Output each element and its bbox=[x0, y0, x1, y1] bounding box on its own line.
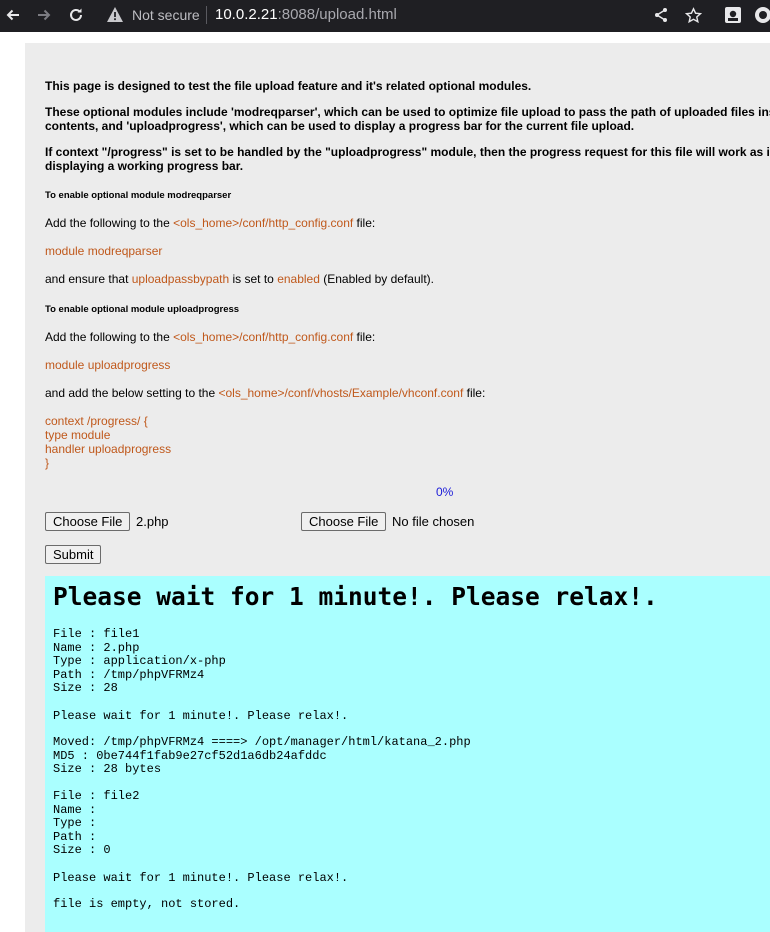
instruction-text: is set to bbox=[229, 272, 278, 286]
file2-details: File : file2 Name : Type : Path : Size :… bbox=[53, 789, 140, 857]
submit-button[interactable]: Submit bbox=[45, 545, 102, 564]
address-bar[interactable]: 10.0.2.21:8088/upload.html bbox=[215, 5, 397, 25]
modreqparser-add-instruction: Add the following to the <ols_home>/conf… bbox=[45, 216, 375, 230]
intro-paragraph-3-line-2: displaying a working progress bar. bbox=[45, 159, 244, 173]
not-secure-label[interactable]: Not secure bbox=[132, 6, 200, 24]
setting-value: enabled bbox=[277, 272, 320, 286]
progress-percent: 0% bbox=[436, 485, 454, 499]
choose-file-button-1[interactable]: Choose File bbox=[45, 512, 131, 531]
browser-toolbar: Not secure 10.0.2.21:8088/upload.html bbox=[0, 0, 770, 32]
intro-paragraph-3-line-1: If context "/progress" is set to be hand… bbox=[45, 145, 770, 159]
reload-icon[interactable] bbox=[65, 4, 87, 26]
modreqparser-ensure-instruction: and ensure that uploadpassbypath is set … bbox=[45, 272, 434, 286]
instruction-text: Add the following to the bbox=[45, 330, 174, 344]
uploadprogress-add-instruction: Add the following to the <ols_home>/conf… bbox=[45, 330, 375, 344]
warning-icon[interactable] bbox=[106, 6, 126, 24]
chosen-file-name-1: 2.php bbox=[136, 514, 169, 529]
url-rest: :8088/upload.html bbox=[277, 6, 397, 23]
move-details: Moved: /tmp/phpVFRMz4 ====> /opt/manager… bbox=[53, 735, 471, 776]
instruction-text: (Enabled by default). bbox=[319, 272, 434, 286]
intro-paragraph-2-line-2: contents, and 'uploadprogress', which ca… bbox=[45, 119, 635, 133]
intro-paragraph-2-line-1: These optional modules include 'modreqpa… bbox=[45, 105, 770, 119]
instruction-text: file: bbox=[353, 216, 376, 230]
instruction-text: and add the below setting to the bbox=[45, 386, 219, 400]
modreqparser-module-line: module modreqparser bbox=[45, 244, 163, 258]
result-title: Please wait for 1 minute!. Please relax!… bbox=[53, 582, 658, 611]
uploadprogress-module-line: module uploadprogress bbox=[45, 358, 171, 372]
setting-key: uploadpassbypath bbox=[131, 272, 230, 286]
file1-details: File : file1 Name : 2.php Type : applica… bbox=[53, 627, 226, 695]
forward-arrow-icon[interactable] bbox=[33, 4, 55, 26]
extension-icon[interactable] bbox=[722, 4, 744, 26]
instruction-text: and ensure that bbox=[45, 272, 132, 286]
profile-icon[interactable] bbox=[752, 4, 770, 26]
config-line-handler: handler uploadprogress bbox=[45, 442, 172, 456]
modreqparser-heading: To enable optional module modreqparser bbox=[45, 190, 232, 201]
chosen-file-name-2: No file chosen bbox=[392, 514, 475, 529]
page-panel: This page is designed to test the file u… bbox=[25, 43, 770, 932]
url-separator bbox=[206, 6, 207, 24]
config-file-path: <ols_home>/conf/http_config.conf bbox=[173, 216, 354, 230]
instruction-text: file: bbox=[353, 330, 376, 344]
intro-paragraph-1: This page is designed to test the file u… bbox=[45, 79, 532, 93]
config-line-close: } bbox=[45, 456, 50, 470]
instruction-text: Add the following to the bbox=[45, 216, 174, 230]
share-icon[interactable] bbox=[650, 4, 672, 26]
url-host: 10.0.2.21 bbox=[215, 6, 278, 23]
wait-message-2: Please wait for 1 minute!. Please relax!… bbox=[53, 871, 349, 885]
uploadprogress-heading: To enable optional module uploadprogress bbox=[45, 304, 240, 315]
choose-file-button-2[interactable]: Choose File bbox=[301, 512, 387, 531]
instruction-text: file: bbox=[463, 386, 486, 400]
star-icon[interactable] bbox=[682, 4, 704, 26]
empty-file-message: file is empty, not stored. bbox=[53, 897, 241, 911]
config-line-type: type module bbox=[45, 428, 111, 442]
uploadprogress-setting-instruction: and add the below setting to the <ols_ho… bbox=[45, 386, 485, 400]
config-file-path: <ols_home>/conf/http_config.conf bbox=[173, 330, 354, 344]
config-line-context: context /progress/ { bbox=[45, 414, 148, 428]
wait-message-1: Please wait for 1 minute!. Please relax!… bbox=[53, 709, 349, 723]
vhost-config-path: <ols_home>/conf/vhosts/Example/vhconf.co… bbox=[218, 386, 464, 400]
back-arrow-icon[interactable] bbox=[2, 4, 24, 26]
upload-result-box: Please wait for 1 minute!. Please relax!… bbox=[45, 576, 770, 932]
